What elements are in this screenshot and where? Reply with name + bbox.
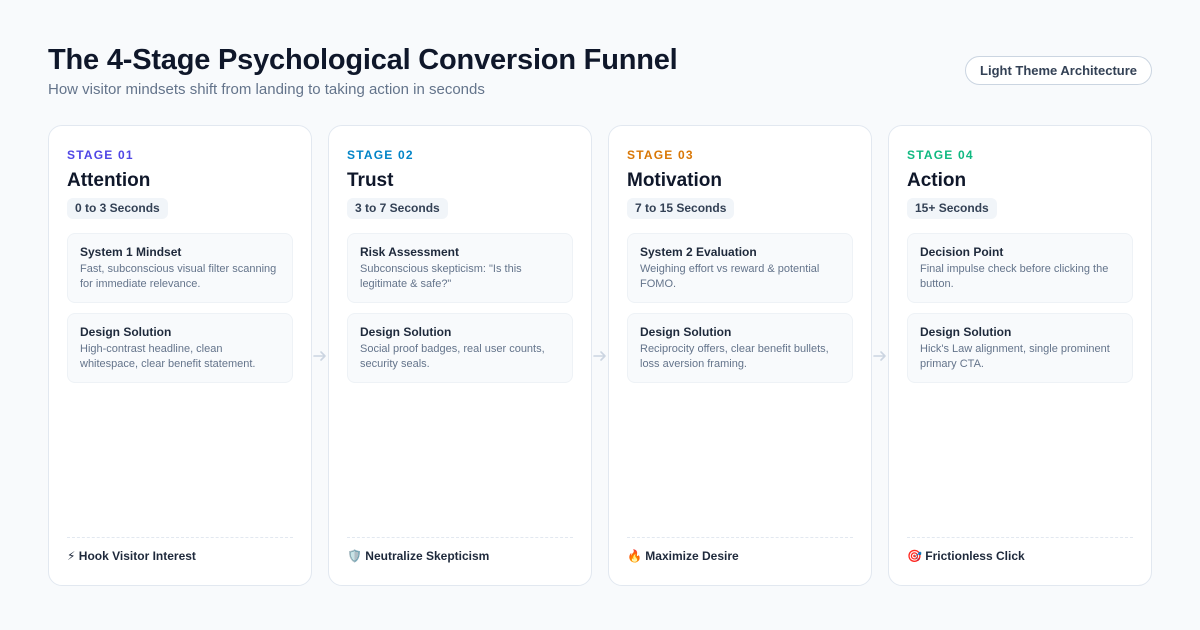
- stage-label: STAGE 03: [627, 148, 694, 162]
- stage-goal: 🔥 Maximize Desire: [627, 537, 853, 564]
- stage-goal: ⚡ Hook Visitor Interest: [67, 537, 293, 564]
- arrow-right-icon: [873, 351, 886, 361]
- time-badge: 0 to 3 Seconds: [67, 198, 168, 219]
- lightning-icon: ⚡: [67, 549, 76, 563]
- solution-text: Reciprocity offers, clear benefit bullet…: [640, 343, 829, 370]
- solution-text: High-contrast headline, clean whitespace…: [80, 343, 256, 370]
- target-icon: 🎯: [907, 549, 922, 563]
- mindset-title: System 1 Mindset: [80, 245, 182, 259]
- mindset-text: Subconscious skepticism: "Is this legiti…: [360, 263, 522, 290]
- arrow-right-icon: [593, 351, 606, 361]
- stage-goal-text: Maximize Desire: [645, 549, 739, 563]
- stage-card-motivation: STAGE 03 Motivation 7 to 15 Seconds Syst…: [608, 125, 872, 586]
- stage-goal-text: Frictionless Click: [925, 549, 1025, 563]
- solution-title: Design Solution: [80, 325, 172, 339]
- stage-goal-text: Neutralize Skepticism: [365, 549, 490, 563]
- time-badge: 3 to 7 Seconds: [347, 198, 448, 219]
- theme-badge: Light Theme Architecture: [965, 56, 1152, 85]
- arrow-right-icon: [313, 351, 326, 361]
- solution-box: Design Solution Reciprocity offers, clea…: [627, 313, 853, 383]
- solution-box: Design Solution Social proof badges, rea…: [347, 313, 573, 383]
- stages-row: STAGE 01 Attention 0 to 3 Seconds System…: [48, 125, 1152, 586]
- mindset-text: Final impulse check before clicking the …: [920, 263, 1109, 290]
- stage-goal: 🛡️ Neutralize Skepticism: [347, 537, 573, 564]
- solution-text: Social proof badges, real user counts, s…: [360, 343, 545, 370]
- solution-title: Design Solution: [360, 325, 452, 339]
- mindset-box: Decision Point Final impulse check befor…: [907, 233, 1133, 303]
- mindset-box: System 1 Mindset Fast, subconscious visu…: [67, 233, 293, 303]
- mindset-title: System 2 Evaluation: [640, 245, 757, 259]
- time-badge: 7 to 15 Seconds: [627, 198, 735, 219]
- stage-title: Attention: [67, 170, 151, 191]
- time-badge: 15+ Seconds: [907, 198, 997, 219]
- solution-box: Design Solution Hick's Law alignment, si…: [907, 313, 1133, 383]
- stage-label: STAGE 01: [67, 148, 134, 162]
- page: The 4-Stage Psychological Conversion Fun…: [0, 0, 1200, 630]
- solution-title: Design Solution: [920, 325, 1012, 339]
- stage-label: STAGE 02: [347, 148, 414, 162]
- stage-title: Motivation: [627, 170, 722, 191]
- stage-goal-text: Hook Visitor Interest: [78, 549, 196, 563]
- mindset-text: Weighing effort vs reward & potential FO…: [640, 263, 820, 290]
- stage-title: Trust: [347, 170, 394, 191]
- solution-text: Hick's Law alignment, single prominent p…: [920, 343, 1110, 370]
- stage-goal: 🎯 Frictionless Click: [907, 537, 1133, 564]
- shield-icon: 🛡️: [347, 549, 362, 563]
- mindset-title: Decision Point: [920, 245, 1004, 259]
- mindset-text: Fast, subconscious visual filter scannin…: [80, 263, 277, 290]
- stage-label: STAGE 04: [907, 148, 974, 162]
- fire-icon: 🔥: [627, 549, 642, 563]
- mindset-box: Risk Assessment Subconscious skepticism:…: [347, 233, 573, 303]
- stage-card-action: STAGE 04 Action 15+ Seconds Decision Poi…: [888, 125, 1152, 586]
- mindset-title: Risk Assessment: [360, 245, 459, 259]
- header: The 4-Stage Psychological Conversion Fun…: [48, 44, 1152, 104]
- mindset-box: System 2 Evaluation Weighing effort vs r…: [627, 233, 853, 303]
- solution-title: Design Solution: [640, 325, 732, 339]
- stage-title: Action: [907, 170, 967, 191]
- stage-card-trust: STAGE 02 Trust 3 to 7 Seconds Risk Asses…: [328, 125, 592, 586]
- solution-box: Design Solution High-contrast headline, …: [67, 313, 293, 383]
- stage-card-attention: STAGE 01 Attention 0 to 3 Seconds System…: [48, 125, 312, 586]
